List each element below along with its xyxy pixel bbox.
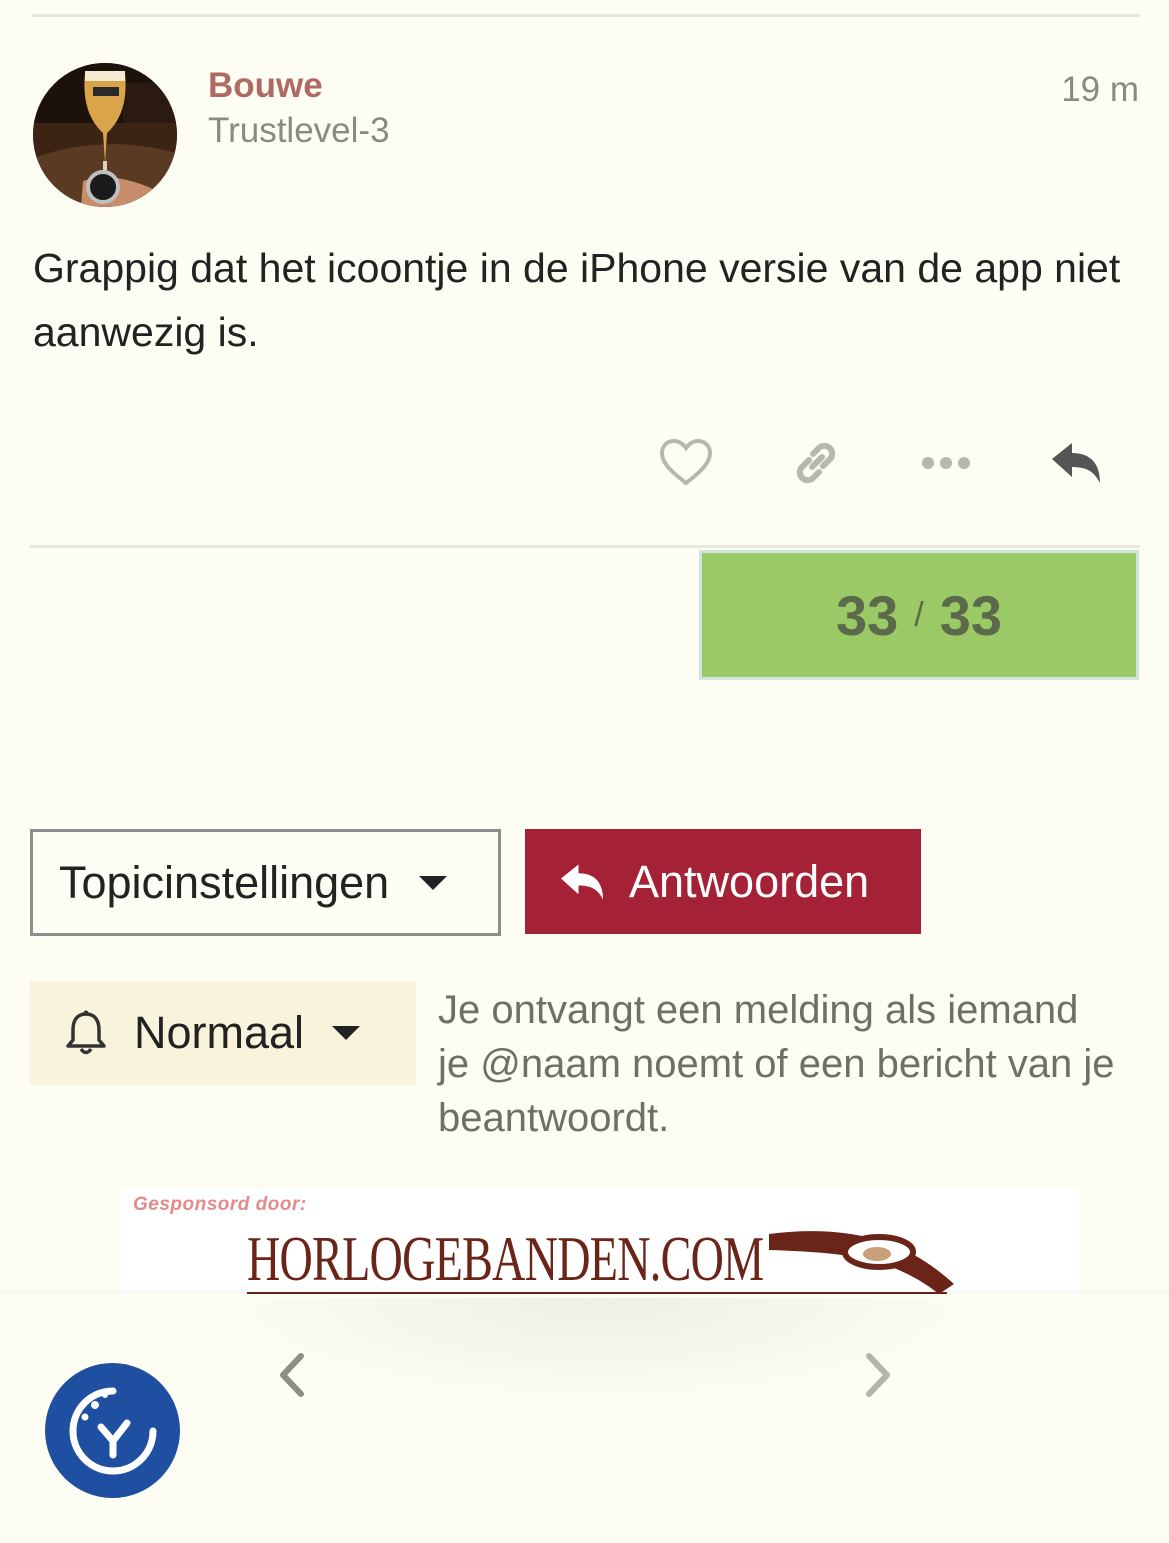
caret-down-icon	[332, 1026, 361, 1040]
progress-current: 33	[835, 583, 899, 647]
avatar[interactable]	[33, 63, 177, 207]
watch-strap-logo-icon	[769, 1231, 954, 1294]
progress-separator: /	[914, 595, 924, 634]
like-button[interactable]	[656, 433, 716, 493]
heart-icon	[659, 439, 713, 486]
caret-down-icon	[419, 875, 448, 890]
link-icon	[796, 442, 836, 484]
sponsor-label: Gesponsord door:	[133, 1194, 307, 1215]
reply-label: Antwoorden	[629, 855, 870, 907]
forward-button[interactable]	[856, 1348, 900, 1402]
chevron-left-icon	[280, 1353, 304, 1397]
reply-topic-button[interactable]: Antwoorden	[525, 829, 921, 934]
posts-end-divider	[30, 545, 1140, 548]
post-time[interactable]: 19 m	[1061, 70, 1139, 110]
topic-settings-label: Topicinstellingen	[59, 856, 390, 908]
topic-progress[interactable]: 33 / 33	[699, 550, 1139, 680]
notification-description: Je ontvangt een melding als iemand je @n…	[438, 988, 1115, 1140]
more-actions-button[interactable]	[916, 433, 976, 493]
share-link-button[interactable]	[786, 433, 846, 493]
user-title: Trustlevel-3	[208, 111, 390, 150]
reply-icon	[1052, 443, 1100, 483]
reply-icon	[557, 861, 607, 903]
bell-icon	[64, 1010, 108, 1056]
top-divider	[32, 14, 1140, 17]
sponsor-banner[interactable]: Gesponsord door: HORLOGEBANDEN.COM	[121, 1188, 1079, 1298]
cookie-consent-button[interactable]	[45, 1363, 180, 1498]
chevron-right-icon	[866, 1353, 890, 1397]
back-button[interactable]	[270, 1348, 314, 1402]
sponsor-brand: HORLOGEBANDEN.COM	[247, 1223, 764, 1294]
reply-post-button[interactable]	[1046, 433, 1106, 493]
more-icon	[922, 457, 970, 469]
post-body: Grappig dat het icoontje in de iPhone ve…	[33, 245, 1121, 355]
notification-level-button[interactable]: Normaal	[30, 981, 416, 1085]
topic-settings-button[interactable]: Topicinstellingen	[30, 829, 501, 936]
cookie-consent-icon	[69, 1387, 156, 1474]
post-username[interactable]: Bouwe	[208, 66, 323, 106]
progress-total: 33	[939, 583, 1003, 647]
notification-level-label: Normaal	[134, 1007, 305, 1058]
